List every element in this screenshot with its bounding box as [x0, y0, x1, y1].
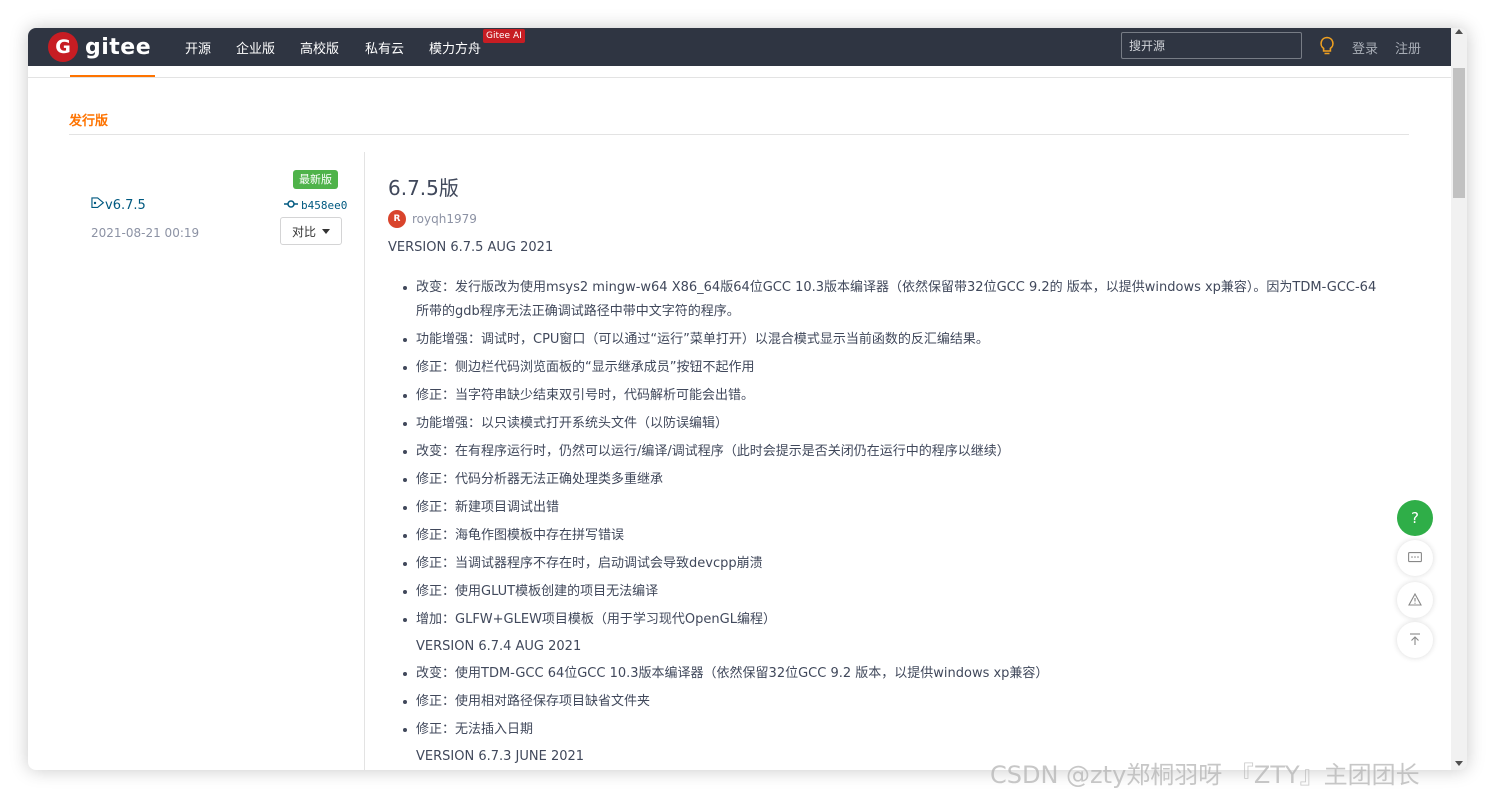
page-scrollbar[interactable]: [1451, 28, 1467, 770]
release-title[interactable]: 6.7.5版: [388, 172, 459, 201]
watermark-text: CSDN @zty郑桐羽呀 『ZTY』主团团长: [990, 761, 1420, 789]
release-tag-label: v6.7.5: [105, 197, 146, 213]
list-item: 修正：当调试器程序不存在时，启动调试会导致devcpp崩溃: [403, 552, 1378, 576]
release-column-divider: [364, 152, 365, 770]
scroll-up-arrow-icon[interactable]: [1455, 29, 1463, 34]
gitee-logo[interactable]: G gitee: [48, 32, 151, 62]
version-heading: VERSION 6.7.4 AUG 2021: [416, 639, 582, 654]
search-input[interactable]: [1121, 32, 1302, 59]
back-to-top-button[interactable]: [1397, 622, 1433, 658]
nav-item-education[interactable]: 高校版: [300, 38, 339, 57]
version-heading: VERSION 6.7.5 AUG 2021: [388, 240, 554, 255]
list-item: 修正：当字符串缺少结束双引号时，代码解析可能会出错。: [403, 384, 1378, 408]
report-button[interactable]: [1397, 582, 1433, 618]
login-link[interactable]: 登录: [1352, 38, 1378, 57]
list-item: 功能增强：以只读模式打开系统头文件（以防误编辑）: [403, 412, 1378, 436]
top-navbar: G gitee 开源 企业版 高校版 私有云 模力方舟 Gitee AI 登录 …: [28, 28, 1451, 66]
list-item: 改变：发行版改为使用msys2 mingw-w64 X86_64版64位GCC …: [403, 276, 1378, 324]
compare-label: 对比: [291, 224, 316, 239]
browser-window: G gitee 开源 企业版 高校版 私有云 模力方舟 Gitee AI 登录 …: [28, 28, 1467, 770]
release-tag-link[interactable]: v6.7.5: [91, 197, 146, 213]
list-item: 修正：新建项目调试出错: [403, 496, 1378, 520]
feedback-button[interactable]: [1397, 540, 1433, 576]
chevron-down-icon: [322, 228, 330, 234]
nav-item-enterprise[interactable]: 企业版: [236, 38, 275, 57]
commit-icon: [284, 199, 298, 212]
nav-item-open-source[interactable]: 开源: [185, 38, 211, 57]
avatar[interactable]: R: [388, 210, 406, 228]
list-item: 增加：GLFW+GLEW项目模板（用于学习现代OpenGL编程）: [403, 608, 1378, 632]
arrow-up-icon: [1409, 631, 1421, 650]
register-link[interactable]: 注册: [1395, 38, 1421, 57]
scrollbar-thumb[interactable]: [1453, 68, 1465, 198]
list-item: 修正：使用相对路径保存项目缺省文件夹: [403, 690, 1378, 714]
section-divider: [69, 134, 1409, 135]
list-item: 改变：在有程序运行时，仍然可以运行/编译/调试程序（此时会提示是否关闭仍在运行中…: [403, 440, 1378, 464]
help-button[interactable]: ?: [1397, 500, 1433, 536]
lightbulb-icon[interactable]: [1319, 36, 1335, 60]
releases-section-title: 发行版: [69, 114, 109, 129]
list-item: 修正：海龟作图模板中存在拼写错误: [403, 524, 1378, 548]
list-item: 功能增强：调试时，CPU窗口（可以通过“运行”菜单打开）以混合模式显示当前函数的…: [403, 328, 1378, 352]
release-date: 2021-08-21 00:19: [91, 226, 200, 240]
nav-item-private-cloud[interactable]: 私有云: [365, 38, 404, 57]
message-icon: [1408, 549, 1422, 568]
warning-icon: [1408, 591, 1422, 610]
list-item: 修正：无法插入日期: [403, 718, 1378, 742]
logo-text: gitee: [85, 34, 152, 60]
commit-hash: b458ee0: [301, 199, 348, 212]
tab-divider: [28, 77, 1451, 78]
commit-link[interactable]: b458ee0: [284, 199, 347, 212]
list-item: 修正：侧边栏代码浏览面板的“显示继承成员”按钮不起作用: [403, 356, 1378, 380]
tag-icon: [91, 197, 105, 213]
scroll-down-arrow-icon[interactable]: [1455, 761, 1463, 766]
nav-item-moli-fangzhou[interactable]: 模力方舟: [429, 38, 481, 57]
list-item: 改变：使用TDM-GCC 64位GCC 10.3版本编译器（依然保留32位GCC…: [403, 662, 1378, 686]
gitee-ai-badge: Gitee AI: [483, 29, 525, 43]
gitee-logo-icon: G: [48, 32, 78, 62]
author-link[interactable]: royqh1979: [412, 212, 477, 226]
list-item: 修正：使用GLUT模板创建的项目无法编译: [403, 580, 1378, 604]
help-icon: ?: [1411, 509, 1419, 527]
latest-release-badge: 最新版: [293, 170, 338, 189]
compare-dropdown-button[interactable]: 对比: [280, 217, 342, 245]
release-notes-list: 改变：发行版改为使用msys2 mingw-w64 X86_64版64位GCC …: [403, 276, 1378, 770]
list-item: 修正：代码分析器无法正确处理类多重继承: [403, 468, 1378, 492]
